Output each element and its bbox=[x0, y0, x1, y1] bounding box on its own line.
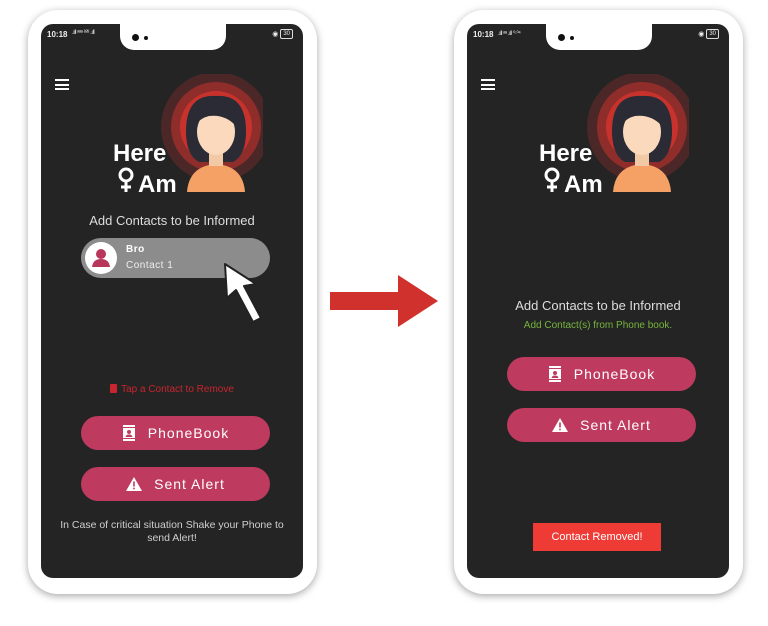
right-arrow-icon bbox=[330, 275, 438, 327]
logo-text-line1: Here bbox=[539, 140, 592, 167]
contact-removed-toast: Contact Removed! bbox=[533, 523, 661, 551]
status-time: 10:18 bbox=[47, 30, 68, 39]
warning-icon bbox=[552, 418, 569, 432]
trash-icon bbox=[110, 384, 118, 393]
contact-name: Bro bbox=[126, 244, 145, 255]
phonebook-label: PhoneBook bbox=[147, 425, 230, 441]
app-logo: Here Am bbox=[113, 74, 263, 194]
avatar bbox=[85, 242, 117, 274]
app-screen-right: 10:18 .ıll ᵃᵃ .ıll ⁰·⁰⁴ ◉ 30 Here Am Add… bbox=[467, 24, 729, 578]
battery-icon: 30 bbox=[706, 29, 719, 39]
send-alert-button[interactable]: Sent Alert bbox=[507, 408, 696, 442]
logo-text-line2: Am bbox=[564, 171, 603, 194]
app-logo: Here Am bbox=[539, 74, 689, 194]
menu-icon[interactable] bbox=[481, 79, 495, 93]
contact-label: Contact 1 bbox=[126, 260, 174, 271]
logo-text-line1: Here bbox=[113, 140, 166, 167]
signal-icon: .ıll ᵃᵃᵃ ⁸²⁸ .ıll bbox=[72, 30, 95, 36]
battery-indicator: ◉ 30 bbox=[698, 29, 719, 39]
signal-icon: .ıll ᵃᵃ .ıll ⁰·⁰⁴ bbox=[498, 31, 521, 37]
phonebook-button[interactable]: PhoneBook bbox=[81, 416, 270, 450]
female-avatar-icon bbox=[185, 95, 247, 192]
remove-hint-text: Tap a Contact to Remove bbox=[121, 384, 234, 395]
venus-icon bbox=[118, 167, 134, 192]
female-avatar-icon bbox=[611, 95, 673, 192]
warning-icon bbox=[126, 477, 143, 491]
send-alert-label: Sent Alert bbox=[154, 476, 225, 492]
remove-hint: Tap a Contact to Remove bbox=[41, 384, 303, 395]
contact-book-icon bbox=[122, 425, 135, 441]
phone-frame-right: 10:18 .ıll ᵃᵃ .ıll ⁰·⁰⁴ ◉ 30 Here Am Add… bbox=[454, 10, 743, 594]
contact-book-icon bbox=[548, 366, 561, 382]
battery-indicator: ◉ 30 bbox=[272, 29, 293, 39]
person-icon bbox=[92, 249, 110, 267]
phone-notch bbox=[120, 22, 226, 50]
send-alert-button[interactable]: Sent Alert bbox=[81, 467, 270, 501]
venus-icon bbox=[544, 167, 560, 192]
alarm-icon: ◉ bbox=[698, 31, 705, 38]
shake-instruction: In Case of critical situation Shake your… bbox=[60, 519, 284, 544]
cursor-arrow-icon bbox=[224, 263, 262, 323]
app-screen-left: 10:18 .ıll ᵃᵃᵃ ⁸²⁸ .ıll ◉ 30 Here Am Add… bbox=[41, 24, 303, 578]
menu-icon[interactable] bbox=[55, 79, 69, 93]
battery-icon: 30 bbox=[280, 29, 293, 39]
status-time: 10:18 bbox=[473, 30, 494, 39]
empty-contacts-hint: Add Contact(s) from Phone book. bbox=[523, 320, 673, 331]
phonebook-label: PhoneBook bbox=[573, 366, 656, 382]
phonebook-button[interactable]: PhoneBook bbox=[507, 357, 696, 391]
alarm-icon: ◉ bbox=[272, 31, 279, 38]
page-subtitle: Add Contacts to be Informed bbox=[515, 298, 681, 313]
phone-notch bbox=[546, 22, 652, 50]
page-subtitle: Add Contacts to be Informed bbox=[89, 213, 255, 228]
logo-text-line2: Am bbox=[138, 171, 177, 194]
phone-frame-left: 10:18 .ıll ᵃᵃᵃ ⁸²⁸ .ıll ◉ 30 Here Am Add… bbox=[28, 10, 317, 594]
send-alert-label: Sent Alert bbox=[580, 417, 651, 433]
